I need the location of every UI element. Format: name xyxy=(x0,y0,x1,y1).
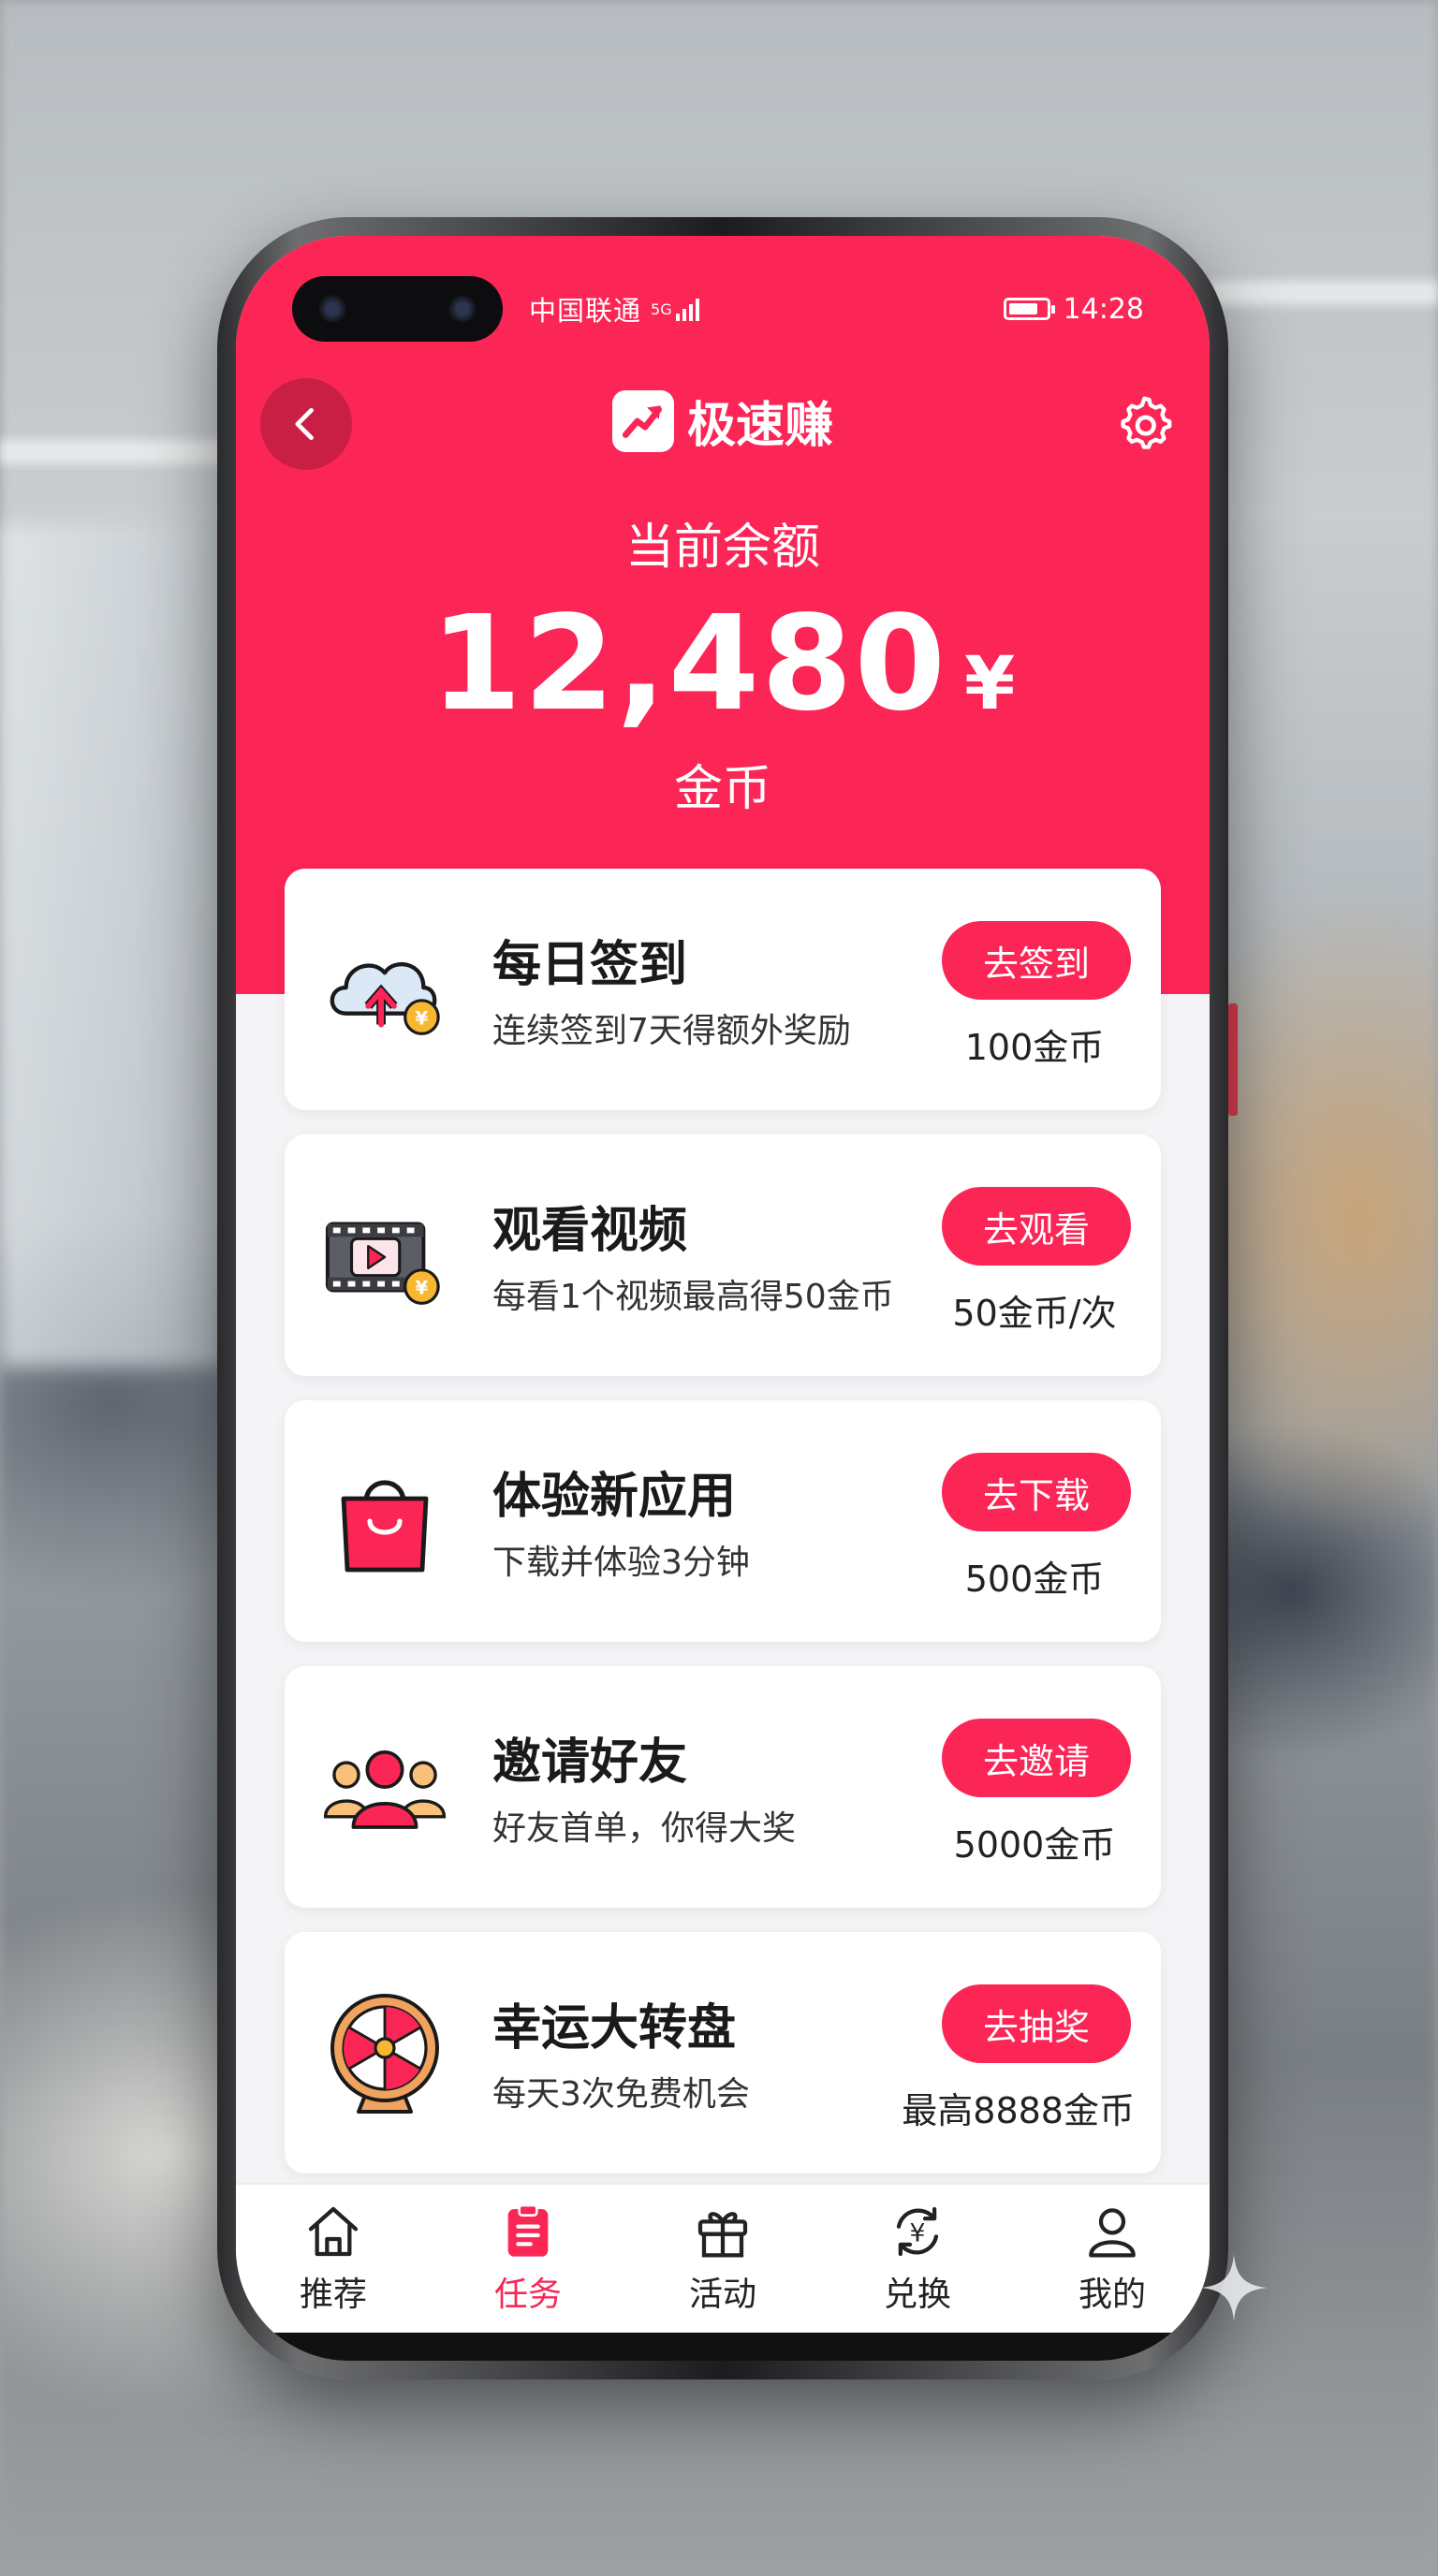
camera-cutout xyxy=(292,276,503,342)
task-card-try-app: 体验新应用 下载并体验3分钟 去下载 500金币 xyxy=(285,1400,1161,1642)
network-type: 5G xyxy=(651,300,672,318)
task-title: 邀请好友 xyxy=(492,1734,688,1791)
bottom-nav: 推荐 任务 活动 ¥ 兑换 我的 xyxy=(236,2183,1210,2333)
camera-lens xyxy=(318,295,346,323)
task-desc: 每看1个视频最高得50金币 xyxy=(492,1278,894,1316)
nav-label: 活动 xyxy=(688,2276,756,2314)
app-name: 极速赚 xyxy=(686,398,833,454)
phone-frame: 中国联通 5G 14:28 极速赚 当前余额 12,480 ¥ 金币 ¥ 每日签… xyxy=(217,217,1238,2379)
balance-value: 12,480 xyxy=(430,588,947,740)
nav-label: 推荐 xyxy=(299,2276,367,2314)
svg-text:¥: ¥ xyxy=(416,1277,429,1298)
nav-item-activities[interactable]: 活动 xyxy=(638,2202,807,2316)
currency-symbol: ¥ xyxy=(963,642,1016,726)
balance-label: 当前余额 xyxy=(624,520,820,576)
carrier-name: 中国联通 xyxy=(529,295,642,327)
nav-item-profile[interactable]: 我的 xyxy=(1028,2202,1196,2316)
task-desc: 每天3次免费机会 xyxy=(492,2075,750,2114)
task-card-daily-checkin: ¥ 每日签到 连续签到7天得额外奖励 去签到 100金币 xyxy=(285,869,1161,1110)
task-reward: 500金币 xyxy=(964,1559,1105,1600)
task-reward: 100金币 xyxy=(964,1027,1105,1068)
task-card-watch-video: ¥ 观看视频 每看1个视频最高得50金币 去观看 50金币/次 xyxy=(285,1134,1161,1376)
phone-bottom-bezel xyxy=(236,2333,1210,2361)
nav-item-tasks[interactable]: 任务 xyxy=(444,2202,612,2316)
background-window xyxy=(0,524,225,1367)
gear-icon xyxy=(1121,396,1172,449)
phone-screen: 中国联通 5G 14:28 极速赚 当前余额 12,480 ¥ 金币 ¥ 每日签… xyxy=(236,236,1210,2361)
clock: 14:28 xyxy=(1063,292,1144,326)
settings-button[interactable] xyxy=(1114,393,1176,455)
nav-item-exchange[interactable]: ¥ 兑换 xyxy=(833,2202,1002,2316)
friends-group-icon xyxy=(320,1724,449,1853)
app-title: 极速赚 xyxy=(236,386,1210,456)
balance-unit: 金币 xyxy=(673,761,771,817)
task-desc: 下载并体验3分钟 xyxy=(492,1544,750,1582)
home-icon xyxy=(308,2206,359,2257)
balance: 12,480 ¥ xyxy=(236,588,1210,740)
task-desc: 连续签到7天得额外奖励 xyxy=(492,1012,851,1050)
svg-text:¥: ¥ xyxy=(910,2219,926,2248)
checkin-button[interactable]: 去签到 xyxy=(942,921,1131,1000)
task-reward: 50金币/次 xyxy=(952,1293,1117,1334)
nav-label: 任务 xyxy=(493,2276,562,2314)
phone-side-button xyxy=(1228,1003,1238,1116)
task-title: 幸运大转盘 xyxy=(492,2000,737,2056)
download-button[interactable]: 去下载 xyxy=(942,1453,1131,1531)
task-desc: 好友首单，你得大奖 xyxy=(492,1809,797,1848)
invite-button[interactable]: 去邀请 xyxy=(942,1719,1131,1797)
exchange-icon: ¥ xyxy=(896,2206,939,2257)
watch-video-button[interactable]: 去观看 xyxy=(942,1187,1131,1266)
task-reward: 5000金币 xyxy=(953,1824,1116,1866)
task-title: 每日签到 xyxy=(492,937,688,993)
battery-icon xyxy=(1003,298,1055,320)
sparkle-icon xyxy=(1200,2254,1268,2321)
task-reward: 最高8888金币 xyxy=(902,2090,1135,2131)
signal-icon xyxy=(675,297,699,321)
video-film-coin-icon: ¥ xyxy=(320,1193,449,1322)
nav-label: 我的 xyxy=(1078,2276,1146,2314)
nav-label: 兑换 xyxy=(883,2276,951,2314)
background-light xyxy=(1208,281,1438,305)
cloud-upload-coin-icon: ¥ xyxy=(320,927,449,1056)
user-icon xyxy=(1089,2208,1136,2258)
task-card-invite-friends: 邀请好友 好友首单，你得大奖 去邀请 5000金币 xyxy=(285,1666,1161,1908)
task-title: 观看视频 xyxy=(492,1203,688,1259)
task-list-icon xyxy=(507,2203,549,2257)
task-title: 体验新应用 xyxy=(492,1469,737,1525)
lottery-button[interactable]: 去抽奖 xyxy=(942,1984,1131,2063)
task-list: ¥ 每日签到 连续签到7天得额外奖励 去签到 100金币 ¥ 观看视频 每看1个… xyxy=(285,869,1161,2198)
gift-icon xyxy=(697,2212,748,2258)
app-logo-icon xyxy=(611,389,674,452)
task-card-lucky-wheel: 幸运大转盘 每天3次免费机会 去抽奖 最高8888金币 xyxy=(285,1932,1161,2174)
svg-text:¥: ¥ xyxy=(416,1007,429,1029)
shopping-bag-icon xyxy=(320,1458,449,1588)
nav-item-recommend[interactable]: 推荐 xyxy=(249,2202,418,2316)
status-bar: 中国联通 5G 14:28 xyxy=(292,276,1144,342)
lucky-wheel-icon xyxy=(320,1990,449,2119)
camera-lens xyxy=(448,295,477,323)
